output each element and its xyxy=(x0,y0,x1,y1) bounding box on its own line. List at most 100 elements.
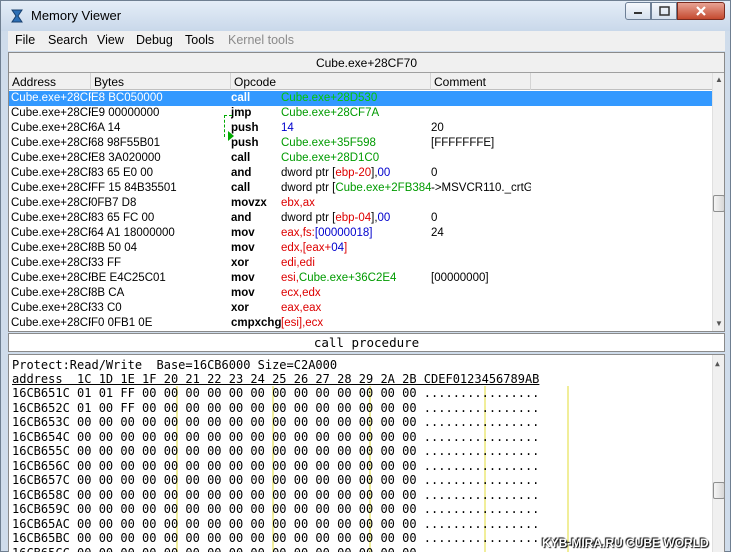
disasm-row[interactable]: Cube.exe+28CF8AFF 15 84B35501 call dword p… xyxy=(9,181,712,196)
row-bytes: 83 65 E0 00 xyxy=(91,167,154,179)
row-operands: Cube.exe+28D1C0 xyxy=(281,152,431,164)
jump-arrow-head-icon xyxy=(228,131,234,141)
row-operands: edx,[eax+04] xyxy=(281,242,431,254)
row-operands: dword ptr [ebp-04],00 xyxy=(281,212,431,224)
row-opcode: push xyxy=(231,122,259,134)
scroll-down-icon[interactable]: ▼ xyxy=(715,319,723,328)
operand-part: 00 xyxy=(377,212,391,224)
minimize-button[interactable] xyxy=(625,2,651,20)
address-bar[interactable]: Cube.exe+28CF70 xyxy=(9,53,724,73)
row-address: Cube.exe+28CFA9 xyxy=(11,302,91,314)
scroll-up-icon[interactable]: ▲ xyxy=(715,357,720,372)
menu-search[interactable]: Search xyxy=(48,33,88,47)
row-address: Cube.exe+28CF8A xyxy=(11,182,91,194)
hex-scrollbar[interactable]: ▲ xyxy=(712,355,725,552)
maximize-button[interactable] xyxy=(651,2,677,20)
row-bytes: 64 A1 18000000 xyxy=(91,227,175,239)
row-operands: esi,Cube.exe+36C2E4 xyxy=(281,272,431,284)
hex-row[interactable]: 16CB658C 00 00 00 00 00 00 00 00 00 00 0… xyxy=(12,488,702,503)
row-operands: edi,edi xyxy=(281,257,431,269)
hex-row[interactable]: 16CB65AC 00 00 00 00 00 00 00 00 00 00 0… xyxy=(12,517,702,532)
hex-row[interactable]: 16CB654C 00 00 00 00 00 00 00 00 00 00 0… xyxy=(12,430,702,445)
hex-row[interactable]: 16CB655C 00 00 00 00 00 00 00 00 00 00 0… xyxy=(12,444,702,459)
hex-row[interactable]: 16CB653C 00 00 00 00 00 00 00 00 00 00 0… xyxy=(12,415,702,430)
scroll-thumb[interactable] xyxy=(713,195,725,212)
disasm-row[interactable]: Cube.exe+28CF8683 65 E0 00 and dword ptr [… xyxy=(9,166,712,181)
operand-part: Cube.exe+28D530 xyxy=(281,92,378,104)
scroll-up-icon[interactable]: ▲ xyxy=(715,75,723,84)
disasm-row[interactable]: Cube.exe+28CFA933 C0 xor eax,eax xyxy=(9,301,712,316)
menu-debug[interactable]: Debug xyxy=(136,33,173,47)
title-bar[interactable]: Memory Viewer xyxy=(1,1,730,31)
header-comment[interactable]: Comment xyxy=(431,73,531,90)
hex-row[interactable]: 16CB656C 00 00 00 00 00 00 00 00 00 00 0… xyxy=(12,459,702,474)
operand-part: Cube.exe+2FB384 xyxy=(335,182,431,194)
window-title: Memory Viewer xyxy=(31,8,122,23)
operand-part: [00000018] xyxy=(314,227,373,239)
disassembler-scrollbar[interactable]: ▲ ▼ xyxy=(712,73,725,331)
hex-view[interactable]: Protect:Read/Write Base=16CB6000 Size=C2… xyxy=(8,354,725,552)
hex-row[interactable]: 16CB657C 00 00 00 00 00 00 00 00 00 00 0… xyxy=(12,473,702,488)
row-comment: [00000000] xyxy=(431,272,489,284)
row-operands: [esi],ecx xyxy=(281,317,431,329)
row-opcode: call xyxy=(231,182,251,194)
row-comment: ->MSVCR110._crtGe xyxy=(431,182,531,194)
row-address: Cube.exe+28CFAB xyxy=(11,317,91,329)
hex-row[interactable]: 16CB651C 01 01 FF 00 00 00 00 00 00 00 0… xyxy=(12,386,702,401)
scroll-thumb[interactable] xyxy=(713,482,725,499)
disasm-row[interactable]: Cube.exe+28CF7A6A 14 push 14 20 xyxy=(9,121,712,136)
operand-part: dword ptr [ xyxy=(281,212,336,224)
row-address: Cube.exe+28CF70 xyxy=(11,92,91,104)
header-opcode[interactable]: Opcode xyxy=(231,73,431,90)
disasm-row[interactable]: Cube.exe+28CFA2BE E4C25C01 mov esi,Cube.ex… xyxy=(9,271,712,286)
row-address: Cube.exe+28CF90 xyxy=(11,197,91,209)
disasm-row[interactable]: Cube.exe+28CFABF0 0FB1 0E cmpxchg[esi],ec… xyxy=(9,316,712,331)
hex-row[interactable]: 16CB652C 01 00 FF 00 00 00 00 00 00 00 0… xyxy=(12,401,702,416)
row-opcode: call xyxy=(231,92,251,104)
row-opcode: and xyxy=(231,212,252,224)
header-bytes[interactable]: Bytes xyxy=(91,73,231,90)
row-address: Cube.exe+28CF9D xyxy=(11,242,91,254)
close-button[interactable] xyxy=(677,2,725,20)
operand-part: esi, xyxy=(281,272,299,284)
row-address: Cube.exe+28CFA2 xyxy=(11,272,91,284)
row-bytes: E8 3A020000 xyxy=(91,152,161,164)
menu-kernel-tools: Kernel tools xyxy=(228,33,295,47)
row-comment: 20 xyxy=(431,122,444,134)
disasm-row[interactable]: Cube.exe+28CF9383 65 FC 00 and dword ptr [… xyxy=(9,211,712,226)
disasm-row[interactable]: Cube.exe+28CF9764 A1 18000000 mov eax,fs:[… xyxy=(9,226,712,241)
row-address: Cube.exe+28CF93 xyxy=(11,212,91,224)
menu-tools[interactable]: Tools xyxy=(185,33,214,47)
minimize-icon xyxy=(634,12,642,14)
region-info: Protect:Read/Write Base=16CB6000 Size=C2… xyxy=(12,358,338,372)
cheat-engine-icon xyxy=(11,9,23,23)
header-address[interactable]: Address xyxy=(9,73,91,90)
operand-part: Cube.exe+36C2E4 xyxy=(298,272,397,284)
menu-view[interactable]: View xyxy=(97,33,124,47)
disasm-row[interactable]: Cube.exe+28CF900FB7 D8 movzx ebx,ax xyxy=(9,196,712,211)
row-opcode: movzx xyxy=(231,197,267,209)
operand-part: dword ptr [ xyxy=(281,167,336,179)
row-comment: 0 xyxy=(431,212,438,224)
disasm-row[interactable]: Cube.exe+28CF75E9 00000000 jmp Cube.exe+28… xyxy=(9,106,712,121)
row-operands: eax,eax xyxy=(281,302,431,314)
menu-file[interactable]: File xyxy=(15,33,35,47)
operand-part: Cube.exe+28D1C0 xyxy=(281,152,380,164)
disassembler-view[interactable]: Cube.exe+28CF70 Address Bytes Opcode Com… xyxy=(8,52,725,332)
disasm-row[interactable]: Cube.exe+28CF70E8 BC050000 call Cube.exe+2… xyxy=(9,91,712,106)
disasm-row[interactable]: Cube.exe+28CF9D8B 50 04 mov edx,[eax+04] xyxy=(9,241,712,256)
row-bytes: FF 15 84B35501 xyxy=(91,182,177,194)
row-address: Cube.exe+28CFA0 xyxy=(11,257,91,269)
row-bytes: BE E4C25C01 xyxy=(91,272,166,284)
disasm-row[interactable]: Cube.exe+28CFA78B CA mov ecx,edx xyxy=(9,286,712,301)
row-opcode: mov xyxy=(231,227,255,239)
disasm-row[interactable]: Cube.exe+28CF81E8 3A020000 call Cube.exe+2… xyxy=(9,151,712,166)
disasm-row[interactable]: Cube.exe+28CF7C68 98F55B01 push Cube.exe+3… xyxy=(9,136,712,151)
operand-part: 04 xyxy=(331,242,344,254)
row-opcode: push xyxy=(231,137,259,149)
operand-part: ] xyxy=(344,242,348,254)
hex-row[interactable]: 16CB659C 00 00 00 00 00 00 00 00 00 00 0… xyxy=(12,502,702,517)
row-address: Cube.exe+28CF7C xyxy=(11,137,91,149)
row-operands: ecx,edx xyxy=(281,287,431,299)
disasm-row[interactable]: Cube.exe+28CFA033 FF xor edi,edi xyxy=(9,256,712,271)
